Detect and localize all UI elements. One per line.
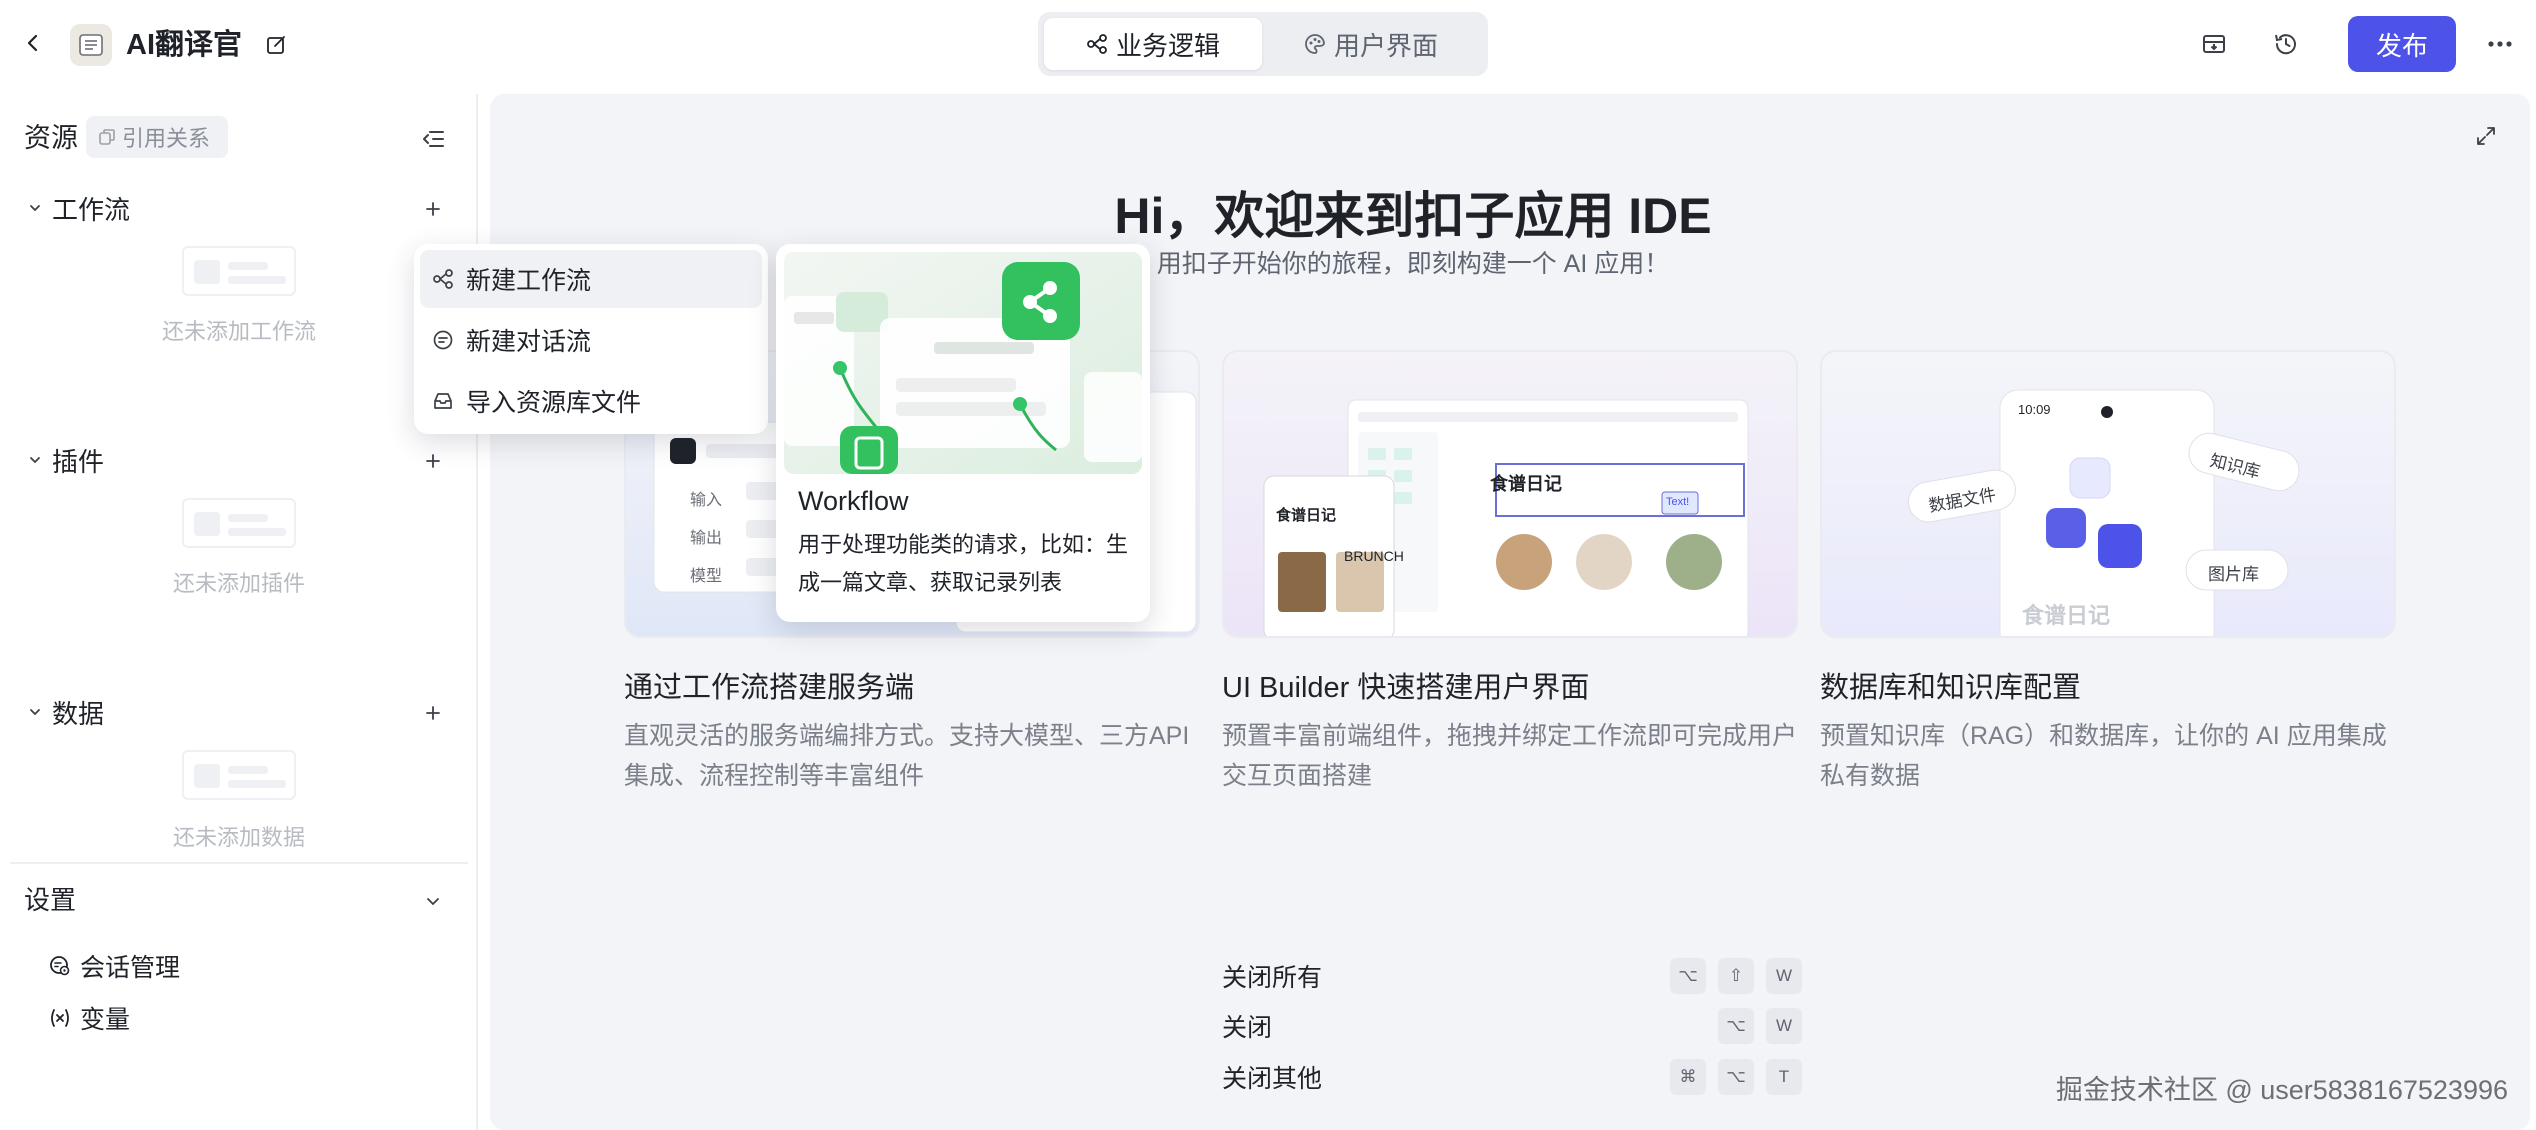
shortcut-label: 关闭所有 <box>1222 964 1323 992</box>
edit-icon[interactable] <box>262 30 292 60</box>
shortcut-keys: ⌘ ⌥ T <box>1670 1059 1802 1095</box>
back-arrow-icon[interactable] <box>18 28 48 58</box>
shortcut-label: 关闭 <box>1222 1014 1273 1042</box>
workflow-icon <box>1086 33 1108 55</box>
ui-card-heading-phone: 食谱日记 <box>1276 507 1337 524</box>
database-card-illustration <box>1908 389 2300 636</box>
reference-relations-button[interactable]: 引用关系 <box>86 116 228 158</box>
db-card-chip-images: 图片库 <box>2208 565 2259 584</box>
workflow-card-desc: 直观灵活的服务端编排方式。支持大模型、三方API集成、流程控制等丰富组件 <box>624 722 1190 790</box>
chat-settings-icon <box>48 954 72 978</box>
workflow-preview-card: Workflow 用于处理功能类的请求，比如：生成一篇文章、获取记录列表 <box>776 244 1150 622</box>
ui-card-heading: 食谱日记 <box>1490 474 1562 494</box>
empty-placeholder-icon <box>182 498 296 548</box>
card-label-input: 输入 <box>690 492 723 509</box>
menu-item-label: 新建对话流 <box>466 328 592 356</box>
add-plugin-icon[interactable] <box>418 446 448 476</box>
workflow-preview-illustration <box>784 252 1142 474</box>
watermark: 掘金技术社区 @ user5838167523996 <box>2055 1075 2508 1105</box>
data-section-header[interactable]: 数据 <box>28 692 104 732</box>
data-empty-text: 还未添加数据 <box>172 825 305 850</box>
variable-icon <box>48 1006 72 1030</box>
shortcut-key: W <box>1766 958 1802 994</box>
preview-desc: 用于处理功能类的请求，比如：生成一篇文章、获取记录列表 <box>798 532 1129 595</box>
plugin-section-header[interactable]: 插件 <box>28 440 104 480</box>
chevron-down-icon[interactable] <box>418 886 448 916</box>
tab-user-interface[interactable]: 用户界面 <box>1262 18 1480 70</box>
settings-title[interactable]: 设置 <box>24 880 76 920</box>
divider <box>10 862 468 864</box>
shortcut-key: W <box>1766 1008 1802 1044</box>
database-card-desc: 预置知识库（RAG）和数据库，让你的 AI 应用集成私有数据 <box>1820 722 2387 790</box>
archive-icon[interactable] <box>2198 28 2230 60</box>
publish-button[interactable]: 发布 <box>2348 16 2456 72</box>
palette-icon <box>1304 33 1326 55</box>
history-icon[interactable] <box>2270 28 2302 60</box>
settings-item-variable[interactable]: 变量 <box>48 998 130 1038</box>
settings-item-conversation-label: 会话管理 <box>80 954 181 982</box>
sidebar-title: 资源 <box>24 123 78 153</box>
ui-builder-feature-card[interactable]: 食谱日记 食谱日记 Text! BRUNCH <box>1222 350 1798 638</box>
shortcut-key: ⌥ <box>1718 1008 1754 1044</box>
database-feature-card[interactable]: 10:09 数据文件 知识库 图片库 食谱日记 <box>1820 350 2396 638</box>
database-card-title: 数据库和知识库配置 <box>1820 672 2082 704</box>
shortcut-key: ⌥ <box>1670 958 1706 994</box>
workflow-card-title: 通过工作流搭建服务端 <box>624 672 915 704</box>
hero-title: Hi，欢迎来到扣子应用 IDE <box>1114 188 1712 244</box>
tab-business-logic-label: 业务逻辑 <box>1115 30 1220 61</box>
ui-card-text-tag: Text! <box>1666 496 1690 508</box>
menu-item-import-library[interactable]: 导入资源库文件 <box>420 372 762 430</box>
shortcut-close-others: 关闭其他 ⌘ ⌥ T <box>1222 1057 1802 1097</box>
card-label-model: 模型 <box>690 568 723 585</box>
add-workflow-menu: 新建工作流 新建对话流 导入资源库文件 <box>414 244 768 434</box>
top-bar: AI翻译官 业务逻辑 用户界面 发布 <box>0 0 2536 90</box>
mode-switch: 业务逻辑 用户界面 <box>1038 12 1488 76</box>
menu-item-new-workflow[interactable]: 新建工作流 <box>420 250 762 308</box>
import-icon <box>432 390 454 412</box>
data-section-title: 数据 <box>52 698 105 729</box>
db-card-time: 10:09 <box>2018 402 2051 417</box>
shortcut-keys: ⌥ ⇧ W <box>1670 958 1802 994</box>
menu-item-new-chatflow[interactable]: 新建对话流 <box>420 311 762 369</box>
tab-user-interface-label: 用户界面 <box>1333 30 1438 61</box>
shortcut-keys: ⌥ W <box>1718 1008 1802 1044</box>
empty-placeholder-icon <box>182 750 296 800</box>
ui-card-brunch: BRUNCH <box>1344 548 1404 564</box>
expand-icon[interactable] <box>2470 120 2502 152</box>
db-card-footer: 食谱日记 <box>2022 603 2111 628</box>
workflow-empty-text: 还未添加工作流 <box>161 319 316 344</box>
shortcut-close: 关闭 ⌥ W <box>1222 1006 1802 1046</box>
shortcut-key: ⇧ <box>1718 958 1754 994</box>
shortcut-close-all: 关闭所有 ⌥ ⇧ W <box>1222 956 1802 996</box>
ui-builder-card-title: UI Builder 快速搭建用户界面 <box>1222 672 1590 704</box>
ui-builder-card-desc: 预置丰富前端组件，拖拽并绑定工作流即可完成用户交互页面搭建 <box>1222 722 1798 790</box>
add-data-icon[interactable] <box>418 698 448 728</box>
plugin-empty-text: 还未添加插件 <box>172 571 305 596</box>
reference-relations-label: 引用关系 <box>122 126 211 151</box>
collapse-sidebar-icon[interactable] <box>418 124 448 154</box>
chevron-down-icon <box>28 705 42 719</box>
preview-title: Workflow <box>798 486 909 516</box>
shortcut-key: ⌥ <box>1718 1059 1754 1095</box>
hero-subtitle: 用扣子开始你的旅程，即刻构建一个 AI 应用！ <box>1156 250 1670 278</box>
copy-icon <box>98 128 116 146</box>
tab-business-logic[interactable]: 业务逻辑 <box>1044 18 1262 70</box>
menu-item-label: 导入资源库文件 <box>466 389 642 417</box>
card-label-output: 输出 <box>690 530 723 547</box>
more-icon[interactable] <box>2480 28 2520 60</box>
workflow-icon <box>432 268 454 290</box>
plugin-section-title: 插件 <box>52 446 105 477</box>
chevron-down-icon <box>28 453 42 467</box>
app-title: AI翻译官 <box>126 29 243 61</box>
settings-item-variable-label: 变量 <box>80 1006 131 1034</box>
app-avatar <box>70 24 112 66</box>
shortcut-key: T <box>1766 1059 1802 1095</box>
shortcut-key: ⌘ <box>1670 1059 1706 1095</box>
chat-flow-icon <box>432 329 454 351</box>
settings-item-conversation[interactable]: 会话管理 <box>48 946 180 986</box>
menu-item-label: 新建工作流 <box>466 267 592 295</box>
shortcut-label: 关闭其他 <box>1222 1065 1323 1093</box>
